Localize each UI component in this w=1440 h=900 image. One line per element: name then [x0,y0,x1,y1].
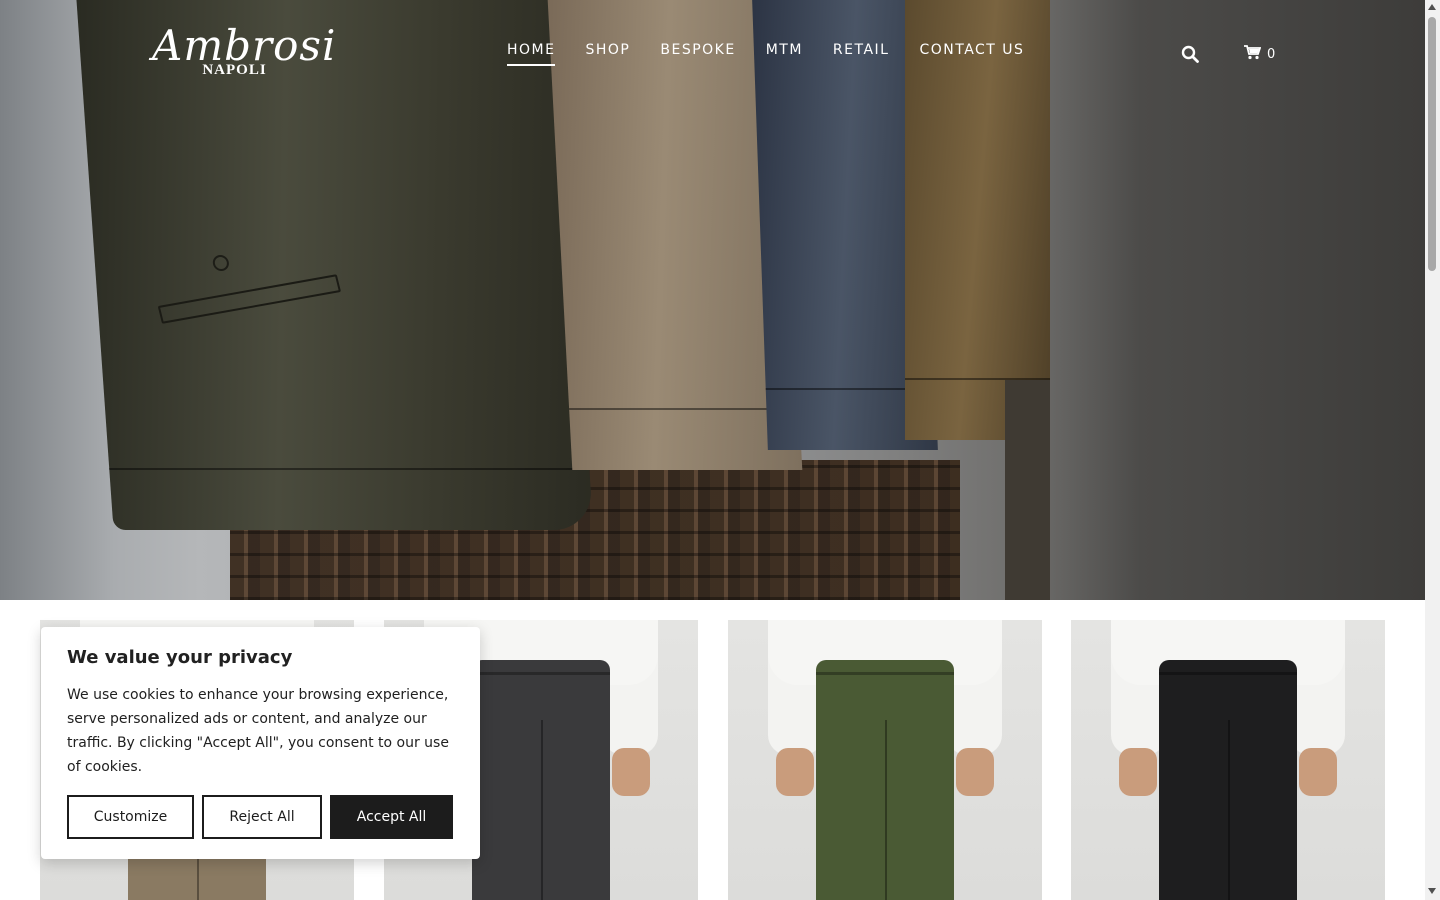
product-image [816,660,954,900]
cart-icon [1243,44,1262,64]
product-card[interactable] [728,620,1042,900]
accept-all-button[interactable]: Accept All [330,795,453,839]
search-icon[interactable] [1181,45,1199,63]
product-card[interactable] [1071,620,1385,900]
nav-bespoke[interactable]: BESPOKE [660,42,735,66]
hero-banner [0,0,1425,600]
page-scrollbar[interactable] [1425,0,1440,900]
cookie-body: We use cookies to enhance your browsing … [67,687,449,775]
cookie-title: We value your privacy [67,647,293,668]
nav-retail[interactable]: RETAIL [833,42,890,66]
nav-contact-us[interactable]: CONTACT US [919,42,1024,66]
cookie-actions: Customize Reject All Accept All [67,795,453,839]
reject-all-button[interactable]: Reject All [202,795,322,839]
customize-button[interactable]: Customize [67,795,194,839]
hero-strap [1005,380,1050,600]
brand-logo[interactable]: Ambrosi NAPOLI [152,24,335,86]
product-image [472,660,610,900]
nav-shop[interactable]: SHOP [585,42,630,66]
scrollbar-thumb[interactable] [1428,17,1436,271]
nav-mtm[interactable]: MTM [766,42,803,66]
cart-count: 0 [1267,46,1276,62]
scroll-up-icon[interactable] [1428,4,1436,10]
nav-home[interactable]: HOME [507,42,556,66]
cookie-consent-banner: We value your privacy We use cookies to … [41,627,480,859]
cart-button[interactable]: 0 [1243,44,1275,64]
scroll-down-icon[interactable] [1428,888,1436,894]
product-image [1159,660,1297,900]
hero-trouser-brown [905,0,1050,440]
main-nav: HOME SHOP BESPOKE MTM RETAIL CONTACT US [507,42,1054,66]
